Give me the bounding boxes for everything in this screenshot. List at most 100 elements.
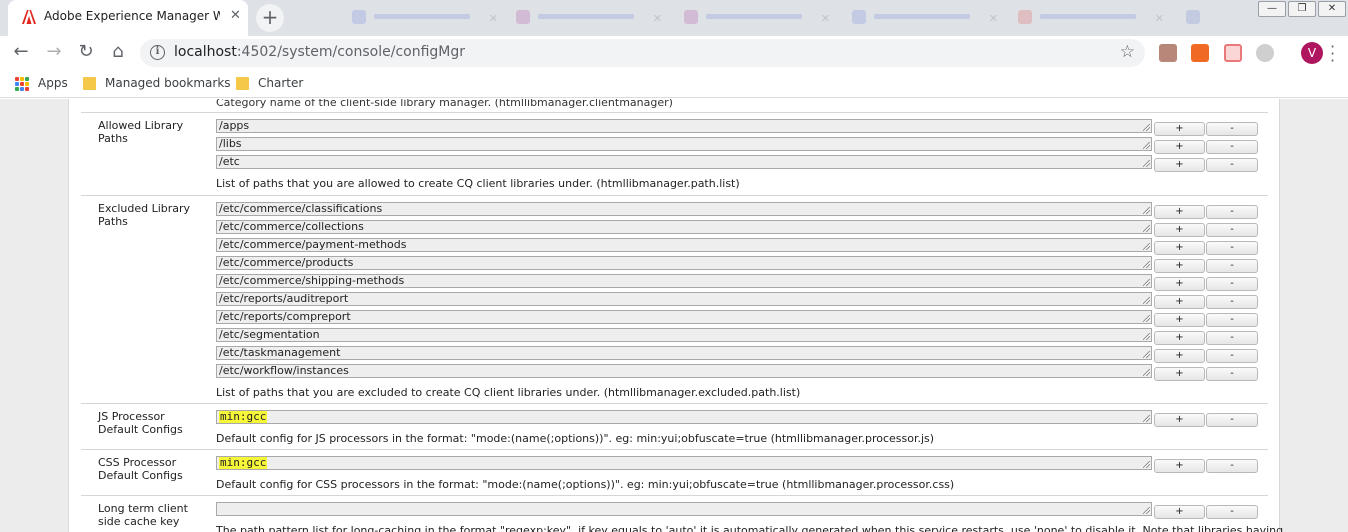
browser-toolbar: ← → ↻ ⌂ i localhost:4502/system/console/… [0, 36, 1348, 70]
js-processor-label: JS Processor Default Configs [98, 410, 183, 436]
remove-value-button[interactable]: - [1206, 259, 1258, 273]
cast-ext-icon[interactable] [1224, 44, 1242, 62]
excluded-path-field[interactable]: /etc/commerce/collections [216, 220, 1152, 234]
js-processor-row: JS Processor Default Configs min:gcc + -… [81, 403, 1268, 449]
add-value-button[interactable]: + [1154, 349, 1205, 363]
allowed-path-field[interactable]: /etc [216, 155, 1152, 169]
minimize-button[interactable]: — [1258, 1, 1286, 17]
apps-grid-icon[interactable] [15, 77, 29, 91]
add-value-button[interactable]: + [1154, 413, 1205, 427]
star-icon[interactable]: ☆ [1120, 42, 1135, 62]
aem-ext-icon[interactable] [1191, 44, 1209, 62]
cache-key-field[interactable] [216, 502, 1152, 516]
adobe-icon [22, 10, 36, 24]
excluded-path-field[interactable]: /etc/commerce/shipping-methods [216, 274, 1152, 288]
cache-key-description: The path pattern list for long-caching i… [216, 524, 1284, 532]
background-tab[interactable]: ✕ [352, 9, 504, 27]
js-processor-description: Default config for JS processors in the … [216, 432, 935, 445]
allowed-paths-row: Allowed Library Paths /apps + - /libs + … [81, 112, 1268, 195]
remove-value-button[interactable]: - [1206, 413, 1258, 427]
remove-value-button[interactable]: - [1206, 505, 1258, 519]
folder-icon [83, 77, 96, 90]
forward-arrow-icon[interactable]: → [42, 41, 66, 65]
excluded-path-field[interactable]: /etc/commerce/products [216, 256, 1152, 270]
page-content: Category name of the client-side library… [0, 99, 1348, 532]
css-processor-value: min:gcc [219, 456, 268, 469]
remove-value-button[interactable]: - [1206, 277, 1258, 291]
restore-button[interactable]: ❐ [1288, 1, 1316, 17]
tab-title: Adobe Experience Manager Web [44, 9, 220, 23]
excluded-paths-row: Excluded Library Paths /etc/commerce/cla… [81, 195, 1268, 403]
add-value-button[interactable]: + [1154, 313, 1205, 327]
tab-close-icon[interactable]: ✕ [230, 8, 241, 23]
excluded-path-field[interactable]: /etc/segmentation [216, 328, 1152, 342]
folder-icon [236, 77, 249, 90]
background-tab[interactable]: ✕ [852, 9, 1004, 27]
remove-value-button[interactable]: - [1206, 313, 1258, 327]
allowed-path-field[interactable]: /apps [216, 119, 1152, 133]
back-arrow-icon[interactable]: ← [9, 41, 33, 65]
url-text[interactable]: localhost:4502/system/console/configMgr [174, 44, 465, 60]
new-tab-button[interactable]: + [256, 4, 284, 32]
bookmark-apps[interactable]: Apps [38, 76, 68, 90]
remove-value-button[interactable]: - [1206, 140, 1258, 154]
add-value-button[interactable]: + [1154, 205, 1205, 219]
add-value-button[interactable]: + [1154, 241, 1205, 255]
url-host: localhost [174, 44, 237, 60]
remove-value-button[interactable]: - [1206, 331, 1258, 345]
sync-ext-icon[interactable] [1256, 44, 1274, 62]
tab-strip: Adobe Experience Manager Web ✕ + ✕ ✕ ✕ ✕… [0, 0, 1348, 36]
add-value-button[interactable]: + [1154, 505, 1205, 519]
remove-value-button[interactable]: - [1206, 122, 1258, 136]
background-tab[interactable] [1186, 9, 1246, 27]
avatar[interactable]: V [1301, 42, 1323, 64]
acrobat-ext-icon[interactable] [1159, 44, 1177, 62]
bookmarks-bar: Apps Managed bookmarks Charter [0, 70, 1348, 98]
excluded-path-field[interactable]: /etc/workflow/instances [216, 364, 1152, 378]
url-path: :4502/system/console/configMgr [236, 44, 466, 60]
excluded-path-field[interactable]: /etc/commerce/classifications [216, 202, 1152, 216]
kebab-menu-icon[interactable]: · · · [1330, 39, 1335, 69]
remove-value-button[interactable]: - [1206, 223, 1258, 237]
remove-value-button[interactable]: - [1206, 241, 1258, 255]
reload-icon[interactable]: ↻ [74, 41, 98, 65]
remove-value-button[interactable]: - [1206, 459, 1258, 473]
background-tab[interactable]: ✕ [1018, 9, 1170, 27]
js-processor-value: min:gcc [219, 410, 268, 423]
add-value-button[interactable]: + [1154, 122, 1205, 136]
excluded-paths-description: List of paths that you are excluded to c… [216, 386, 801, 399]
add-value-button[interactable]: + [1154, 259, 1205, 273]
remove-value-button[interactable]: - [1206, 367, 1258, 381]
close-window-button[interactable]: ✕ [1318, 1, 1346, 17]
remove-value-button[interactable]: - [1206, 295, 1258, 309]
add-value-button[interactable]: + [1154, 331, 1205, 345]
js-processor-field[interactable]: min:gcc [216, 410, 1152, 424]
clientmanager-description: Category name of the client-side library… [216, 99, 673, 109]
excluded-path-field[interactable]: /etc/commerce/payment-methods [216, 238, 1152, 252]
background-tab[interactable]: ✕ [684, 9, 836, 27]
add-value-button[interactable]: + [1154, 277, 1205, 291]
add-value-button[interactable]: + [1154, 459, 1205, 473]
excluded-path-field[interactable]: /etc/reports/auditreport [216, 292, 1152, 306]
add-value-button[interactable]: + [1154, 158, 1205, 172]
add-value-button[interactable]: + [1154, 140, 1205, 154]
bookmark-charter[interactable]: Charter [258, 76, 303, 90]
remove-value-button[interactable]: - [1206, 205, 1258, 219]
css-processor-description: Default config for CSS processors in the… [216, 478, 955, 491]
bookmark-managed[interactable]: Managed bookmarks [105, 76, 231, 90]
home-icon[interactable]: ⌂ [106, 41, 130, 65]
address-bar[interactable]: i localhost:4502/system/console/configMg… [140, 39, 1145, 67]
add-value-button[interactable]: + [1154, 223, 1205, 237]
add-value-button[interactable]: + [1154, 367, 1205, 381]
background-tab[interactable]: ✕ [516, 9, 668, 27]
add-value-button[interactable]: + [1154, 295, 1205, 309]
css-processor-field[interactable]: min:gcc [216, 456, 1152, 470]
excluded-path-field[interactable]: /etc/taskmanagement [216, 346, 1152, 360]
info-icon[interactable]: i [150, 45, 165, 60]
excluded-path-field[interactable]: /etc/reports/compreport [216, 310, 1152, 324]
allowed-paths-description: List of paths that you are allowed to cr… [216, 177, 740, 190]
allowed-path-field[interactable]: /libs [216, 137, 1152, 151]
remove-value-button[interactable]: - [1206, 158, 1258, 172]
tab-aem[interactable]: Adobe Experience Manager Web ✕ [8, 0, 248, 36]
remove-value-button[interactable]: - [1206, 349, 1258, 363]
